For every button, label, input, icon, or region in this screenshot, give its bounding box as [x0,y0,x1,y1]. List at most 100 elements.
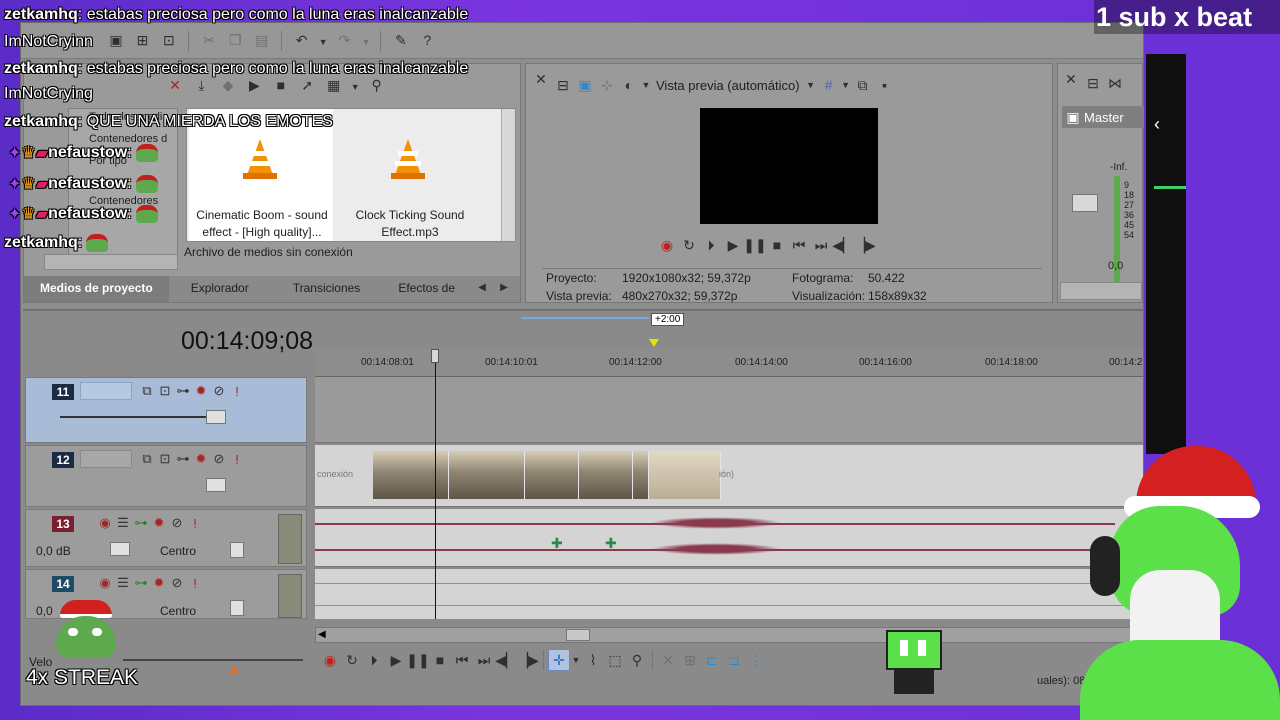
arm-record-icon[interactable]: ◉ [96,574,114,592]
grid-dropdown-icon[interactable]: ▼ [840,74,852,96]
track-motion-icon[interactable]: ⧉ [138,382,156,400]
arm-record-icon[interactable]: ◉ [96,514,114,532]
stop-icon[interactable]: ■ [766,234,788,256]
save-snapshot-icon[interactable]: ▪ [874,74,896,96]
go-start-icon[interactable]: ⏮ [451,649,473,671]
pause-icon[interactable]: ❚❚ [406,649,429,671]
solo-icon[interactable]: ! [228,382,246,400]
pan-thumb[interactable] [230,542,244,558]
track-level-thumb[interactable] [206,410,226,424]
video-clip[interactable] [373,451,721,499]
trim-end-icon[interactable]: ⊐ [723,649,745,671]
record-icon[interactable]: ◉ [319,649,341,671]
gear-icon[interactable]: ✹ [150,574,168,592]
track-fx-icon[interactable]: ☰ [114,514,132,532]
track-header-11[interactable]: 11 ⧉ ⊡ ⊶ ✹ ⊘ ! [25,377,307,443]
tool-dropdown-icon[interactable]: ▼ [570,649,582,671]
chevron-left-icon[interactable]: ‹ [1154,114,1160,135]
zoom-tool-icon[interactable]: ⚲ [626,649,648,671]
track-lane-11[interactable] [315,377,1143,443]
master-fader[interactable] [1072,194,1098,212]
gear-icon[interactable]: ✹ [192,450,210,468]
quality-dropdown-icon[interactable]: ▼ [640,74,652,96]
pause-icon[interactable]: ❚❚ [743,234,766,256]
trim-icon[interactable]: ⊞ [679,649,701,671]
timeline-ruler[interactable]: 00:14:08:01 00:14:10:01 00:14:12:00 00:1… [315,349,1143,377]
track-lane-12[interactable]: conexión ión) [315,445,1143,507]
trim-start-icon[interactable]: ⊏ [701,649,723,671]
go-start-icon[interactable]: ⏮ [788,234,810,256]
track-lane-13[interactable]: ✚ ✚ [315,509,1143,567]
split-screen-icon[interactable]: ⊹ [596,74,618,96]
timeline-hscroll[interactable]: ◀ [315,627,1135,643]
solo-icon[interactable]: ! [186,574,204,592]
grid-icon[interactable]: # [818,74,840,96]
pan-thumb[interactable] [230,600,244,616]
track-name-field[interactable] [80,382,132,400]
tab-scroll-left-icon[interactable]: ◀ [471,276,493,298]
zoom-slider[interactable] [521,317,649,319]
close-mixer-icon[interactable]: ✕ [1060,68,1082,90]
tab-scroll-right-icon[interactable]: ▶ [493,276,515,298]
prev-frame-icon[interactable]: ◀▏ [495,649,517,671]
compositing-icon[interactable]: ⊶ [174,450,192,468]
go-end-icon[interactable]: ⏭ [810,234,832,256]
scroll-thumb[interactable] [566,629,590,641]
preview-quality[interactable]: Vista previa (automático) [656,78,800,93]
copy-snapshot-icon[interactable]: ⧉ [852,74,874,96]
mute-icon[interactable]: ⊘ [168,514,186,532]
next-frame-icon[interactable]: ▕▶ [517,649,539,671]
track-lane-14[interactable] [315,569,1143,619]
loop-icon[interactable]: ↻ [341,649,363,671]
record-icon[interactable]: ◉ [656,234,678,256]
mixer-bus-icon[interactable]: ⋈ [1104,72,1126,94]
track-name-field[interactable] [80,450,132,468]
gear-icon[interactable]: ✹ [150,514,168,532]
loop-icon[interactable]: ↻ [678,234,700,256]
mixer-hscroll[interactable] [1060,282,1142,300]
mute-icon[interactable]: ⊘ [210,450,228,468]
track-level-slider[interactable] [60,416,220,418]
track-fx-icon[interactable]: ☰ [114,574,132,592]
mute-icon[interactable]: ⊘ [210,382,228,400]
delete-icon[interactable]: ✕ [657,649,679,671]
next-frame-icon[interactable]: ▕▶ [854,234,876,256]
prev-frame-icon[interactable]: ◀▏ [832,234,854,256]
tab-project-media[interactable]: Medios de proyecto [24,276,169,302]
play-from-start-icon[interactable]: ⏵ [700,234,722,256]
stop-icon[interactable]: ■ [429,649,451,671]
track-header-13[interactable]: 13 ◉ ☰ ⊶ ✹ ⊘ ! 0,0 dB Centro [25,509,307,567]
track-motion-icon[interactable]: ⧉ [138,450,156,468]
preview-quality-dropdown-icon[interactable]: ▼ [804,74,818,96]
play-icon[interactable]: ▶ [385,649,407,671]
play-icon[interactable]: ▶ [722,234,744,256]
track-level-thumb[interactable] [206,478,226,492]
normal-edit-tool-icon[interactable]: ✛ [548,649,570,671]
solo-icon[interactable]: ! [186,514,204,532]
volume-thumb[interactable] [110,542,130,556]
loop-marker[interactable] [649,339,659,347]
gear-icon[interactable]: ✹ [192,382,210,400]
envelope-point-icon[interactable]: ✚ [605,535,617,552]
tab-effects[interactable]: Efectos de [382,276,471,302]
track-fx-icon[interactable]: ⊡ [156,382,174,400]
envelope-icon[interactable]: ⊶ [132,514,150,532]
envelope-icon[interactable]: ⊶ [132,574,150,592]
compositing-icon[interactable]: ⊶ [174,382,192,400]
mute-icon[interactable]: ⊘ [168,574,186,592]
go-end-icon[interactable]: ⏭ [473,649,495,671]
solo-icon[interactable]: ! [228,450,246,468]
rate-marker[interactable] [229,665,239,674]
external-monitor-icon[interactable]: ▣ [574,74,596,96]
track-fx-icon[interactable]: ⊡ [156,450,174,468]
track-header-12[interactable]: 12 ⧉ ⊡ ⊶ ✹ ⊘ ! [25,445,307,507]
split-icon[interactable]: ⋮ [745,649,767,671]
envelope-tool-icon[interactable]: ⌇ [582,649,604,671]
selection-tool-icon[interactable]: ⬚ [604,649,626,671]
play-from-start-icon[interactable]: ⏵ [363,649,385,671]
playhead-handle[interactable] [431,349,439,363]
envelope-point-icon[interactable]: ✚ [551,535,563,552]
tab-transitions[interactable]: Transiciones [271,276,383,302]
mixer-props-icon[interactable]: ⊟ [1082,72,1104,94]
overlay-icon[interactable]: ◐ [618,74,640,96]
